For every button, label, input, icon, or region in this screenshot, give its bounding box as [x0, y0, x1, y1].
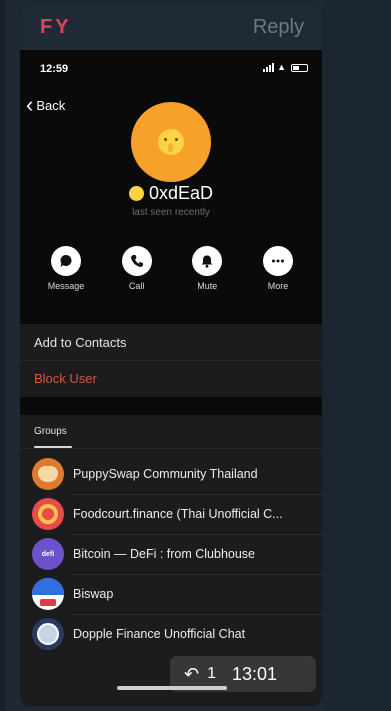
chevron-left-icon: ‹ [26, 92, 34, 117]
group-avatar [32, 578, 64, 610]
call-button[interactable]: Call [107, 246, 167, 291]
message-card: FY Reply 12:59 ▲ ‹ Back 0xdEaD last seen… [20, 4, 322, 706]
action-bar: Message Call Mute More [36, 246, 308, 291]
list-item[interactable]: Biswap [20, 574, 322, 614]
groups-list: PuppySwap Community Thailand Foodcourt.f… [20, 454, 322, 654]
reply-button[interactable]: Reply [253, 16, 304, 39]
add-to-contacts-button[interactable]: Add to Contacts [20, 324, 322, 360]
mute-button[interactable]: Mute [177, 246, 237, 291]
block-user-button[interactable]: Block User [20, 360, 322, 396]
profile-name: 0xdEaD [148, 183, 214, 203]
message-button[interactable]: Message [36, 246, 96, 291]
card-header: FY Reply [20, 4, 322, 50]
reply-arrow-icon: ↶ [184, 664, 200, 684]
section-divider [20, 306, 322, 324]
list-item[interactable]: Dopple Finance Unofficial Chat [20, 614, 322, 654]
group-name: Bitcoin — DeFi : from Clubhouse [73, 547, 256, 561]
message-icon [60, 255, 72, 267]
phone-screenshot: 12:59 ▲ ‹ Back 0xdEaD last seen recently [20, 50, 322, 706]
group-avatar [32, 498, 64, 530]
more-button[interactable]: More [248, 246, 308, 291]
group-avatar [32, 458, 64, 490]
list-item[interactable]: defi Bitcoin — DeFi : from Clubhouse [20, 534, 322, 574]
shushing-face-small-icon [128, 186, 144, 201]
back-label: Back [36, 97, 66, 113]
avatar-text: defi [41, 550, 55, 558]
group-avatar: defi [32, 538, 64, 570]
status-time: 12:59 [40, 63, 69, 75]
section-divider [20, 397, 322, 415]
profile-avatar[interactable] [131, 102, 211, 182]
list-item[interactable]: PuppySwap Community Thailand [20, 454, 322, 494]
mute-label: Mute [197, 281, 218, 291]
divider [20, 448, 322, 449]
group-name: Biswap [73, 587, 114, 601]
last-seen-status: last seen recently [132, 207, 210, 218]
brand-logo: FY [40, 15, 72, 38]
wifi-icon: ▲ [277, 62, 286, 72]
background-strip [0, 0, 6, 711]
list-item[interactable]: Foodcourt.finance (Thai Unofficial C... [20, 494, 322, 534]
profile-header: 12:59 ▲ ‹ Back 0xdEaD last seen recently [20, 50, 322, 306]
message-time: 13:01 [232, 663, 278, 684]
group-name: Foodcourt.finance (Thai Unofficial C... [73, 507, 283, 521]
group-name: Dopple Finance Unofficial Chat [73, 627, 246, 641]
group-name: PuppySwap Community Thailand [73, 467, 258, 481]
group-avatar [32, 618, 64, 650]
tab-groups[interactable]: Groups [34, 426, 67, 437]
signal-icon [263, 63, 275, 72]
background-panel [322, 0, 391, 711]
message-label: Message [47, 281, 85, 291]
back-button[interactable]: ‹ Back [26, 92, 66, 117]
bell-icon [201, 255, 213, 268]
call-label: Call [128, 281, 145, 291]
more-label: More [267, 281, 289, 291]
phone-icon [130, 255, 143, 267]
shushing-face-icon [158, 129, 184, 155]
battery-icon [291, 63, 308, 72]
reply-count: 1 [207, 665, 216, 682]
contact-options: Add to Contacts Block User [20, 324, 322, 396]
home-indicator [117, 686, 227, 690]
status-icons: ▲ [263, 63, 308, 72]
profile-name-row: 0xdEaD [20, 183, 322, 204]
more-icon [271, 259, 284, 263]
